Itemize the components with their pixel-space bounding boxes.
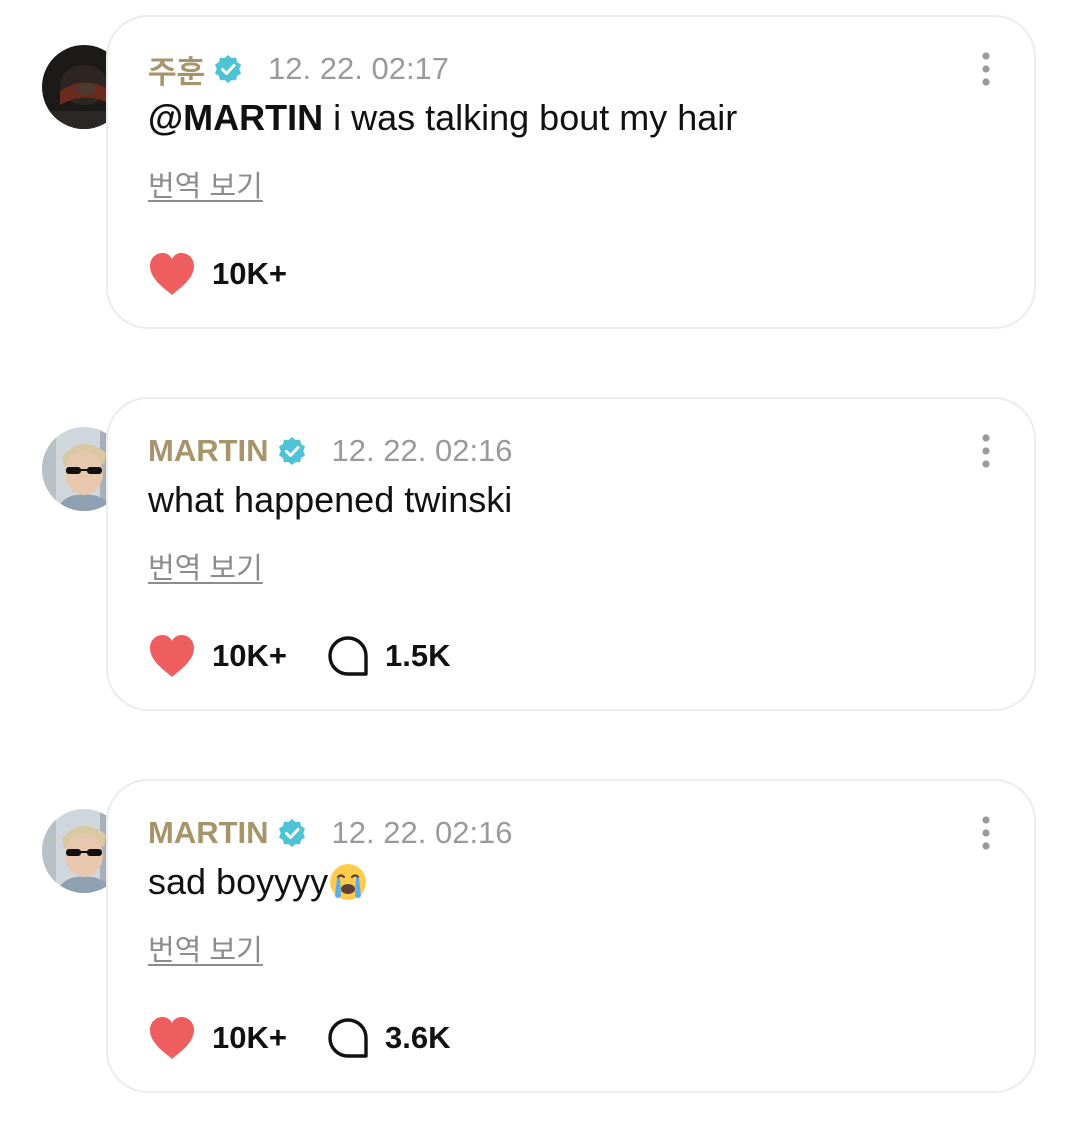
timestamp: 12. 22. 02:17 <box>268 51 450 86</box>
loudly-crying-face-emoji-icon <box>330 864 367 900</box>
more-options-icon[interactable] <box>974 433 998 469</box>
comment-text: @MARTIN i was talking bout my hair <box>148 97 737 139</box>
author-name[interactable]: MARTIN <box>148 433 269 469</box>
comment-actions: 10K+ <box>148 249 287 299</box>
comment-body: i was talking bout my hair <box>323 97 738 138</box>
comment-card: 주훈 12. 22. 02:17 @MARTIN i was talking b… <box>0 15 1080 335</box>
author-name[interactable]: 주훈 <box>148 47 205 92</box>
reply-count: 3.6K <box>384 1020 451 1055</box>
comment-bubble: MARTIN 12. 22. 02:16 sad boyyyy 번역 보기 10… <box>106 779 1036 1093</box>
comment-actions: 10K+ 1.5K <box>148 631 450 681</box>
comment-body: what happened twinski <box>148 479 513 520</box>
author-name[interactable]: MARTIN <box>148 815 269 851</box>
heart-icon <box>150 635 194 677</box>
timestamp: 12. 22. 02:16 <box>331 433 513 468</box>
reply-button[interactable]: 3.6K <box>327 1017 450 1059</box>
comment-card: MARTIN 12. 22. 02:16 sad boyyyy 번역 보기 10… <box>0 779 1080 1099</box>
timestamp: 12. 22. 02:16 <box>331 815 513 850</box>
translate-link[interactable]: 번역 보기 <box>148 545 263 587</box>
like-count: 10K+ <box>212 256 287 291</box>
comment-text: sad boyyyy <box>148 861 368 903</box>
comment-body: sad boyyyy <box>148 861 329 902</box>
comment-actions: 10K+ 3.6K <box>148 1013 450 1063</box>
verified-badge-icon <box>278 437 305 465</box>
reply-button[interactable]: 1.5K <box>327 635 450 677</box>
reply-count: 1.5K <box>384 638 451 673</box>
more-options-icon[interactable] <box>974 815 998 851</box>
like-count: 10K+ <box>212 1020 287 1055</box>
more-options-icon[interactable] <box>974 51 998 87</box>
heart-icon <box>150 253 194 295</box>
like-button[interactable]: 10K+ <box>148 252 287 296</box>
heart-icon <box>150 1017 194 1059</box>
like-count: 10K+ <box>212 638 287 673</box>
comment-bubble: 주훈 12. 22. 02:17 @MARTIN i was talking b… <box>106 15 1036 329</box>
translate-link[interactable]: 번역 보기 <box>148 163 263 205</box>
comment-bubble-icon <box>328 1018 368 1058</box>
comment-header: MARTIN 12. 22. 02:16 <box>148 811 513 855</box>
comment-bubble: MARTIN 12. 22. 02:16 what happened twins… <box>106 397 1036 711</box>
comment-text: what happened twinski <box>148 479 512 521</box>
comment-card: MARTIN 12. 22. 02:16 what happened twins… <box>0 397 1080 717</box>
like-button[interactable]: 10K+ <box>148 1016 287 1060</box>
comment-bubble-icon <box>328 636 368 676</box>
comment-header: 주훈 12. 22. 02:17 <box>148 47 449 91</box>
like-button[interactable]: 10K+ <box>148 634 287 678</box>
comment-header: MARTIN 12. 22. 02:16 <box>148 429 513 473</box>
verified-badge-icon <box>215 55 242 83</box>
mention-link[interactable]: @MARTIN <box>148 97 323 138</box>
verified-badge-icon <box>278 819 305 847</box>
translate-link[interactable]: 번역 보기 <box>148 927 263 969</box>
